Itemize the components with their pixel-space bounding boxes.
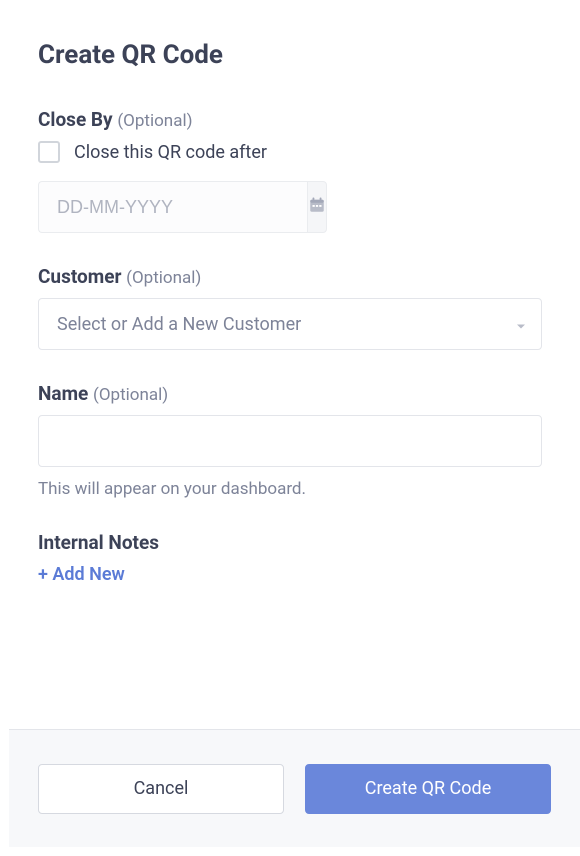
create-qr-button[interactable]: Create QR Code <box>305 764 551 814</box>
close-by-label: Close By (Optional) <box>38 108 542 131</box>
customer-group: Customer (Optional) Select or Add a New … <box>38 265 542 350</box>
name-optional: (Optional) <box>93 385 168 405</box>
close-by-date-input[interactable] <box>38 181 307 233</box>
name-label: Name (Optional) <box>38 382 542 405</box>
customer-select-wrap: Select or Add a New Customer <box>38 298 542 350</box>
customer-select[interactable]: Select or Add a New Customer <box>38 298 542 350</box>
name-group: Name (Optional) This will appear on your… <box>38 382 542 499</box>
close-by-checkbox-label: Close this QR code after <box>74 142 267 163</box>
customer-label-text: Customer <box>38 265 121 288</box>
close-by-checkbox-row: Close this QR code after <box>38 141 542 163</box>
close-by-label-text: Close By <box>38 108 113 131</box>
close-by-optional: (Optional) <box>117 111 192 131</box>
name-input[interactable] <box>38 415 542 467</box>
internal-notes-label: Internal Notes <box>38 531 542 554</box>
customer-optional: (Optional) <box>126 268 201 288</box>
close-by-date-row <box>38 181 288 233</box>
internal-notes-group: Internal Notes + Add New <box>38 531 542 585</box>
page-title: Create QR Code <box>38 40 542 70</box>
calendar-icon <box>308 196 326 218</box>
footer: Cancel Create QR Code <box>9 729 580 847</box>
name-label-text: Name <box>38 382 88 405</box>
date-picker-button[interactable] <box>307 181 327 233</box>
cancel-button[interactable]: Cancel <box>38 764 284 814</box>
close-by-group: Close By (Optional) Close this QR code a… <box>38 108 542 233</box>
name-helper: This will appear on your dashboard. <box>38 479 542 499</box>
customer-select-placeholder: Select or Add a New Customer <box>57 314 301 335</box>
close-by-checkbox[interactable] <box>38 141 60 163</box>
add-new-note-link[interactable]: + Add New <box>38 564 125 585</box>
customer-label: Customer (Optional) <box>38 265 542 288</box>
